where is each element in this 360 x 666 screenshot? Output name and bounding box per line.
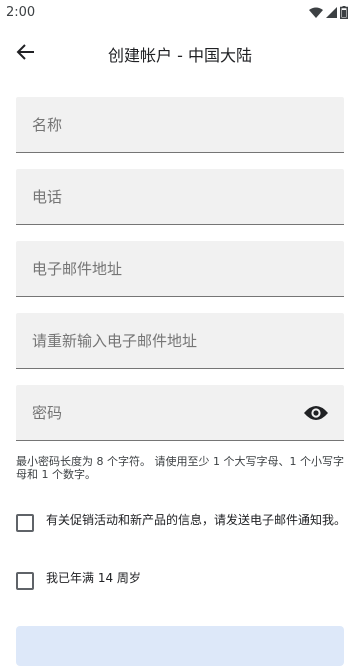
submit-button[interactable]: [16, 626, 344, 666]
password-field: [16, 385, 344, 441]
age-checkbox-label: 我已年满 14 周岁: [46, 571, 141, 585]
password-hint: 最小密码长度为 8 个字符。 请使用至少 1 个大写字母、1 个小写字母和 1 …: [16, 455, 344, 481]
eye-icon: [304, 406, 328, 420]
phone-input[interactable]: [16, 169, 344, 224]
signal-icon: [326, 6, 337, 18]
wifi-icon: [309, 7, 323, 18]
name-field: [16, 97, 344, 153]
battery-icon: [340, 5, 348, 19]
phone-field: [16, 169, 344, 225]
status-time: 2:00: [6, 4, 36, 20]
status-icons: [309, 5, 348, 19]
email-confirm-input[interactable]: [16, 313, 344, 368]
age-checkbox[interactable]: [16, 572, 34, 590]
email-confirm-field: [16, 313, 344, 369]
app-bar: 创建帐户 - 中国大陆: [0, 28, 360, 76]
promo-checkbox-row[interactable]: 有关促销活动和新产品的信息，请发送电子邮件通知我。: [16, 513, 346, 532]
age-checkbox-row[interactable]: 我已年满 14 周岁: [16, 571, 346, 590]
page-title: 创建帐户 - 中国大陆: [108, 46, 252, 65]
promo-checkbox[interactable]: [16, 514, 34, 532]
promo-checkbox-label: 有关促销活动和新产品的信息，请发送电子邮件通知我。: [46, 513, 347, 527]
email-field: [16, 241, 344, 297]
password-input[interactable]: [16, 385, 344, 440]
password-visibility-toggle[interactable]: [302, 401, 330, 425]
status-bar: 2:00: [0, 0, 360, 24]
name-input[interactable]: [16, 97, 344, 152]
email-input[interactable]: [16, 241, 344, 296]
